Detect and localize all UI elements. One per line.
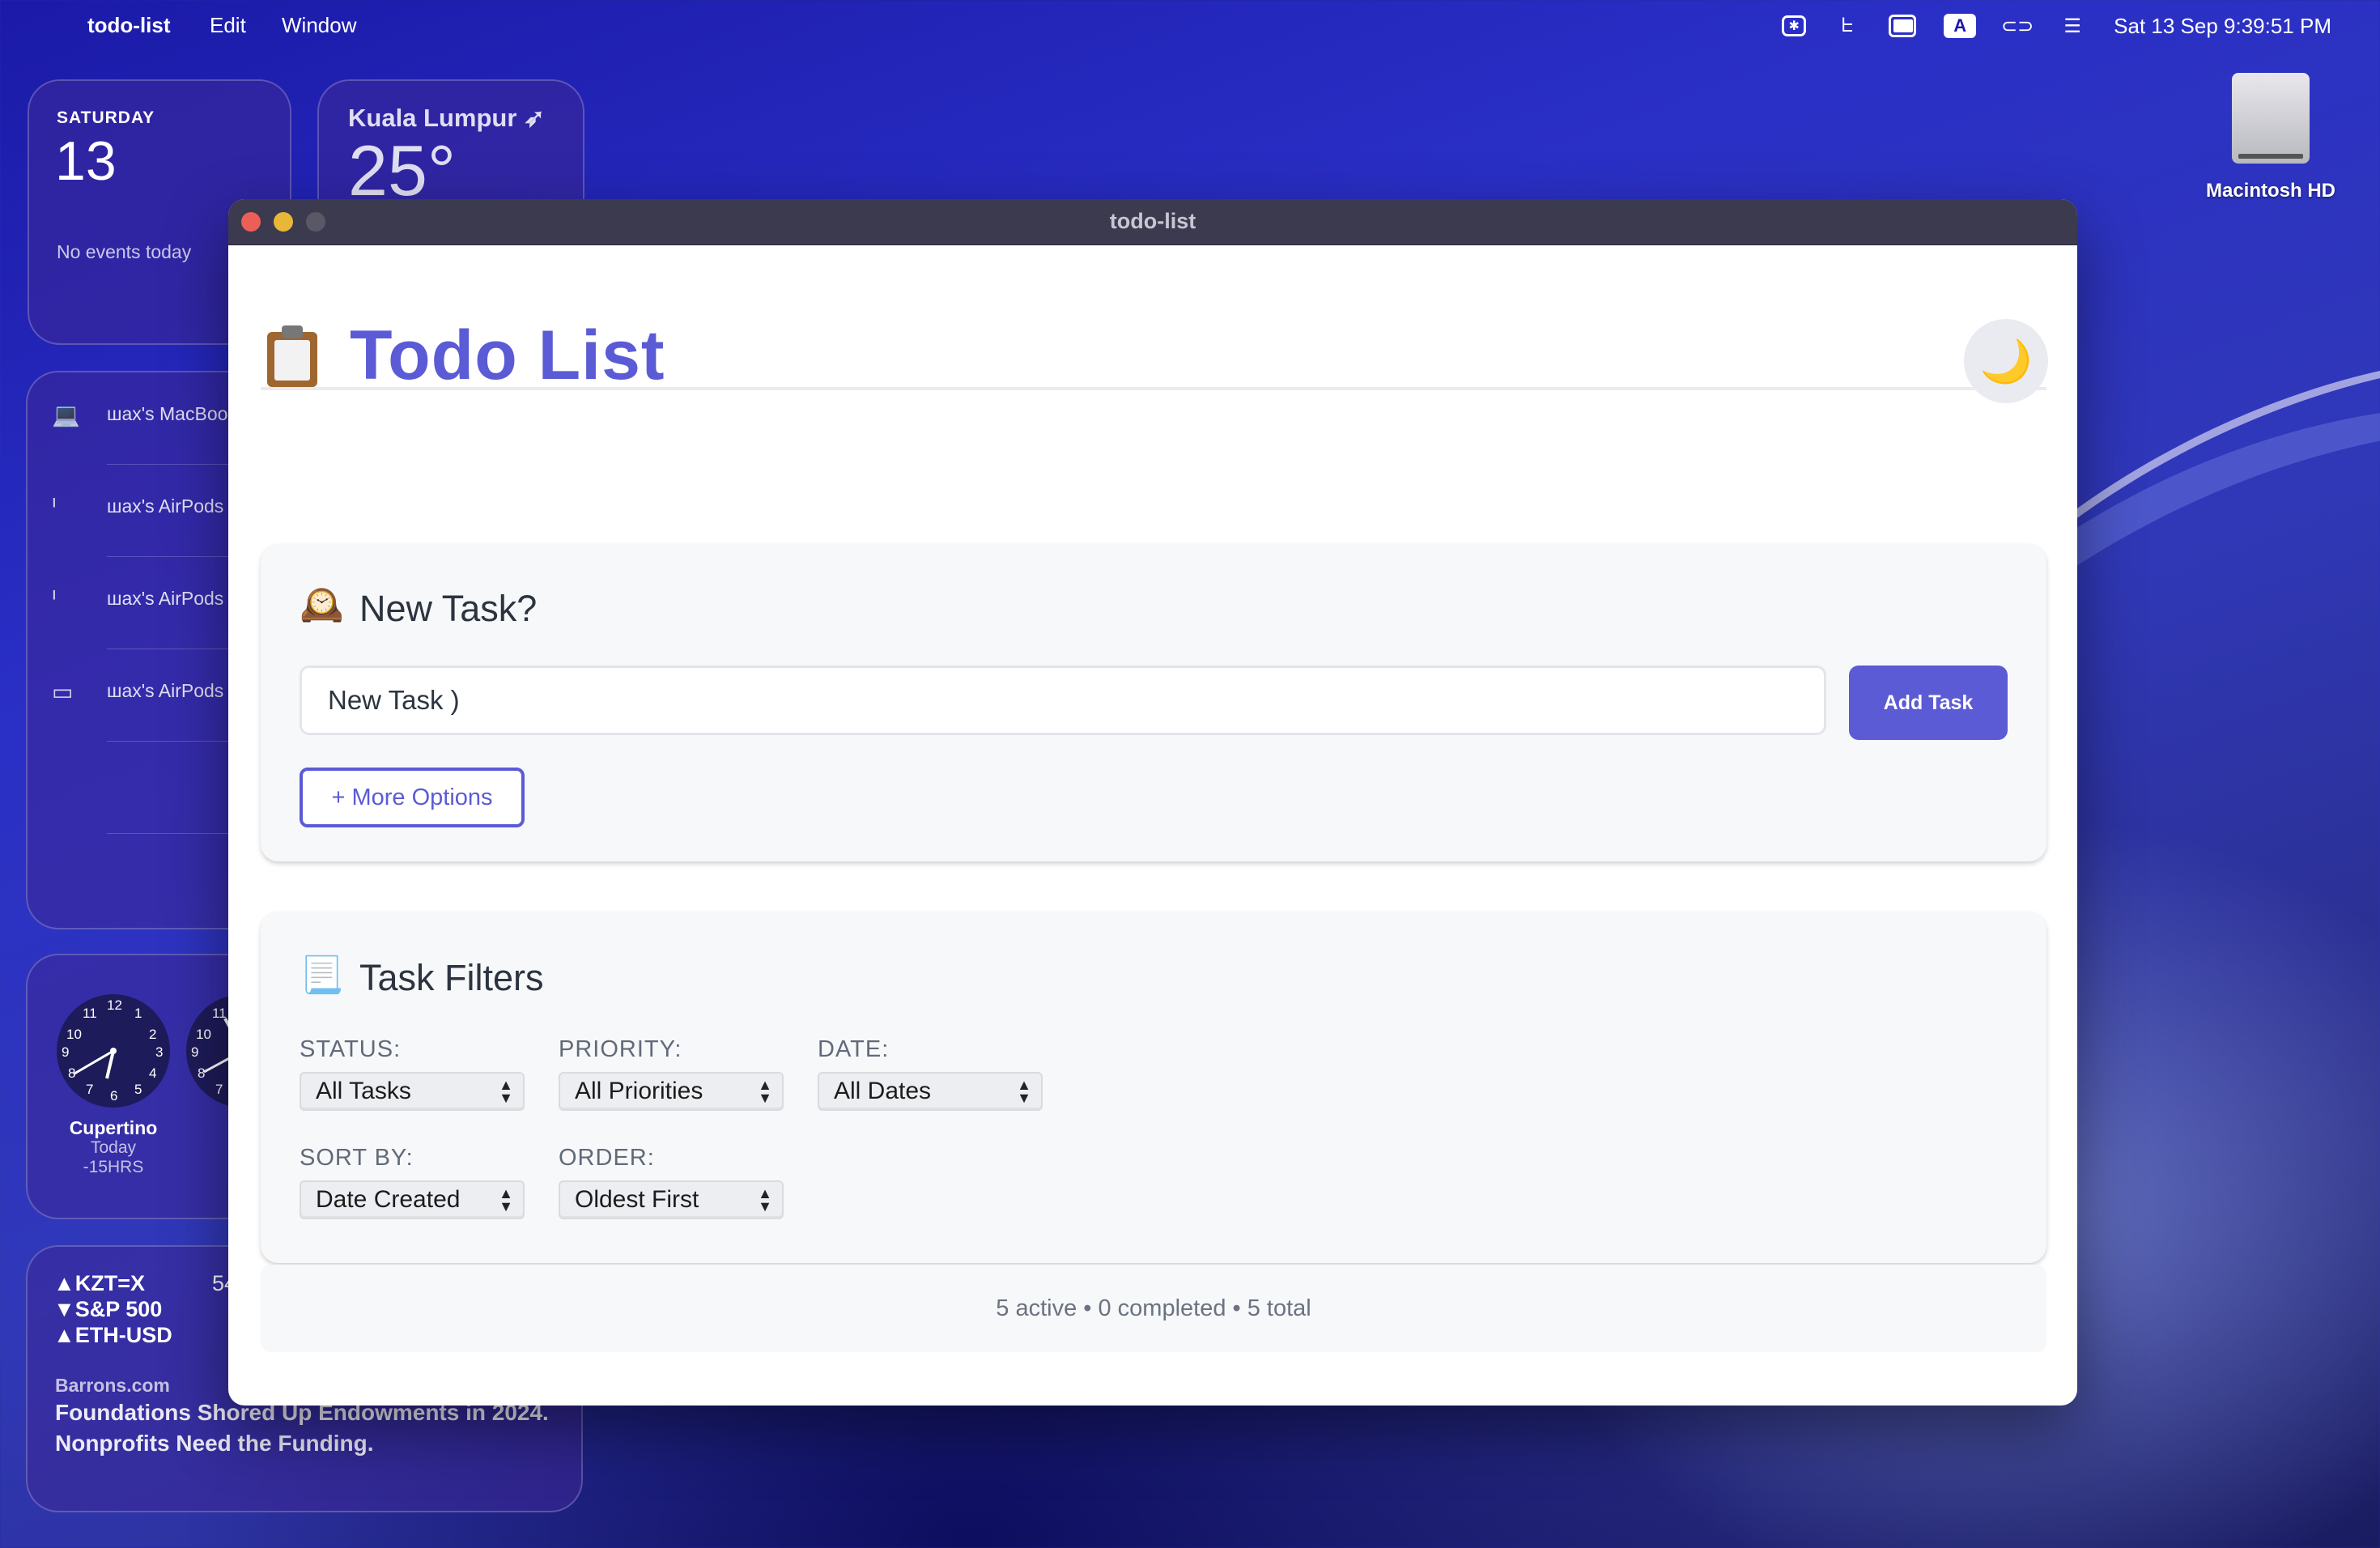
sort-by-select[interactable]: Date Created ▲ ▼	[300, 1180, 525, 1219]
clock-face-icon: 12 1 2 3 4 5 6 7 8 9 10 11	[57, 994, 170, 1108]
airpod-icon: ᑊ	[52, 587, 57, 612]
battery-device-label: шах's AirPods	[107, 680, 224, 701]
calendar-events: No events today	[57, 241, 192, 262]
calendar-date: 13	[55, 130, 117, 192]
select-arrows-icon: ▲ ▼	[499, 1077, 513, 1106]
app-header: Todo List 🌙	[261, 245, 2048, 403]
calendar-day: SATURDAY	[57, 108, 155, 127]
clock-day: Today	[90, 1138, 137, 1157]
window-title: todo-list	[1109, 209, 1196, 233]
battery-icon[interactable]	[1889, 14, 1917, 38]
new-task-input[interactable]	[300, 666, 1826, 735]
menu-edit[interactable]: Edit	[210, 13, 246, 38]
task-stats: 5 active • 0 completed • 5 total	[261, 1265, 2046, 1352]
task-filters-card: 📃 Task Filters STATUS: All Tasks ▲ ▼ PRIOR…	[261, 912, 2046, 1263]
priority-filter-select[interactable]: All Priorities ▲ ▼	[559, 1072, 784, 1111]
moon-icon: 🌙	[1979, 338, 2033, 385]
order-select[interactable]: Oldest First ▲ ▼	[559, 1180, 784, 1219]
add-task-button[interactable]: Add Task	[1849, 666, 2008, 740]
date-filter-label: DATE:	[818, 1036, 890, 1062]
hard-drive-icon	[2232, 73, 2310, 164]
window-titlebar[interactable]: todo-list	[228, 199, 2077, 245]
airpod-icon: ᑊ	[52, 495, 57, 520]
battery-device-label: шах's MacBoo	[107, 403, 228, 424]
select-arrows-icon: ▲ ▼	[758, 1077, 772, 1106]
news-source: Barrons.com	[55, 1375, 170, 1396]
stock-ticker: ▲KZT=X	[53, 1271, 145, 1295]
select-arrows-icon: ▲ ▼	[499, 1185, 513, 1214]
page-title: Todo List	[350, 317, 665, 394]
app-content: Todo List 🌙 🕰️ New Task? Add Task + More…	[261, 245, 2048, 1352]
input-source-icon[interactable]: A	[1944, 14, 1977, 38]
new-task-heading: New Task?	[359, 588, 538, 629]
menu-app-name[interactable]: todo-list	[87, 13, 171, 38]
menu-bar: todo-list Edit Window ✱ ᖶ A ⊂⊃ ☰ Sat 13 …	[0, 0, 2380, 52]
control-center-icon[interactable]: ☰	[2059, 14, 2086, 38]
status-filter-select[interactable]: All Tasks ▲ ▼	[300, 1072, 525, 1111]
menu-clock[interactable]: Sat 13 Sep 9:39:51 PM	[2114, 14, 2331, 39]
battery-device-label: шах's AirPods	[107, 588, 224, 609]
clock-city: Cupertino	[69, 1117, 158, 1138]
filters-heading: Task Filters	[359, 957, 544, 998]
weather-city: Kuala Lumpur ➶	[348, 104, 546, 132]
document-icon: 📃	[300, 955, 344, 995]
priority-filter-label: PRIORITY:	[559, 1036, 682, 1062]
news-headline[interactable]: Foundations Shored Up Endowments in 2024…	[55, 1397, 573, 1459]
location-arrow-icon: ➶	[524, 104, 546, 132]
clock-icon: 🕰️	[300, 585, 344, 624]
app-window: todo-list Todo List 🌙 🕰️ New Task? Add T…	[228, 199, 2077, 1406]
order-label: ORDER:	[559, 1145, 655, 1171]
new-task-card: 🕰️ New Task? Add Task + More Options	[261, 544, 2046, 861]
more-options-button[interactable]: + More Options	[300, 768, 525, 827]
clock-offset: -15HRS	[83, 1158, 144, 1176]
stock-ticker: ▼S&P 500	[53, 1297, 163, 1321]
focus-icon[interactable]: ✱	[1782, 15, 1807, 36]
laptop-icon: 💻	[52, 402, 80, 427]
sort-by-label: SORT BY:	[300, 1145, 414, 1171]
macintosh-hd-drive[interactable]: Macintosh HD	[2202, 73, 2340, 202]
clipboard-icon	[267, 325, 317, 387]
stock-ticker: ▲ETH-USD	[53, 1323, 172, 1347]
status-area: ✱ ᖶ A ⊂⊃ ☰ Sat 13 Sep 9:39:51 PM	[1782, 10, 2331, 42]
date-filter-select[interactable]: All Dates ▲ ▼	[818, 1072, 1043, 1111]
screen-mirroring-icon[interactable]: ⊂⊃	[2001, 14, 2034, 38]
airpods-case-icon: ▭	[52, 679, 74, 704]
theme-toggle-button[interactable]: 🌙	[1964, 319, 2048, 403]
airpods-icon[interactable]: ᖶ	[1834, 14, 1861, 38]
status-filter-label: STATUS:	[300, 1036, 402, 1062]
battery-device-label: шах's AirPods	[107, 495, 224, 517]
select-arrows-icon: ▲ ▼	[1017, 1077, 1031, 1106]
menu-window[interactable]: Window	[282, 13, 356, 38]
drive-label: Macintosh HD	[2205, 180, 2335, 202]
select-arrows-icon: ▲ ▼	[758, 1185, 772, 1214]
